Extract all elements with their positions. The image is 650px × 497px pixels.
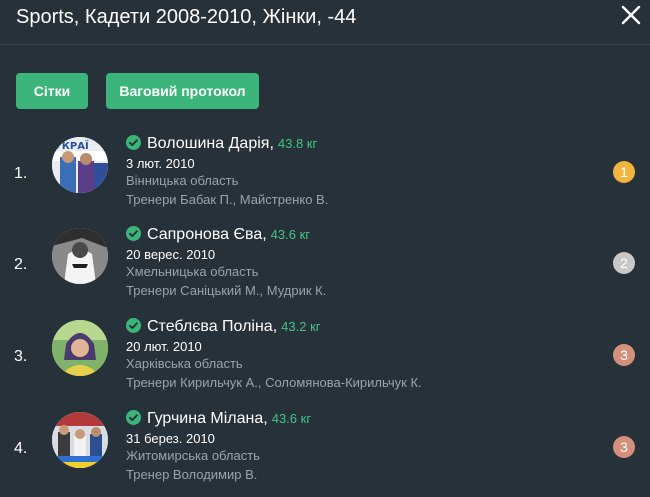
- close-icon[interactable]: [618, 2, 644, 28]
- page-title: Sports, Кадети 2008-2010, Жінки, -44: [16, 6, 357, 28]
- region: Харківська область: [126, 356, 243, 371]
- athlete-weight: 43.6 кг: [270, 227, 311, 242]
- avatar: УКРАЇ: [52, 137, 108, 193]
- list-item[interactable]: 4. Гурчина Мілана, 43.6 кг 31 берез. 2010…: [0, 404, 650, 496]
- place-number: 3.: [14, 348, 28, 365]
- weigh-protocol-button[interactable]: Ваговий протокол: [106, 73, 259, 109]
- verified-check-icon: [126, 318, 141, 333]
- list-item[interactable]: 1. УКРАЇ Волошина Дарія, 43.8 кг 3 лют. 2…: [0, 129, 650, 221]
- list-item[interactable]: 3. Стеблєва Поліна, 43.2 кг 20 лют. 2010 …: [0, 312, 650, 404]
- athlete-weight: 43.6 кг: [271, 411, 312, 426]
- avatar: [52, 320, 108, 376]
- silver-medal-badge: 2: [613, 252, 635, 274]
- athlete-name[interactable]: Гурчина Мілана: [147, 410, 263, 427]
- athlete-weight: 43.2 кг: [281, 319, 321, 334]
- coaches: Тренери Саніцький М., Мудрик К.: [126, 283, 327, 298]
- verified-check-icon: [126, 135, 141, 150]
- place-number: 2.: [14, 256, 28, 273]
- list-item[interactable]: 2. Сапронова Єва, 43.6 кг 20 верес. 2010 …: [0, 220, 650, 312]
- coaches: Тренер Володимир В.: [126, 467, 258, 482]
- bronze-medal-badge: 3: [613, 344, 635, 366]
- athlete-weight: 43.8 кг: [277, 136, 318, 151]
- modal-header: Sports, Кадети 2008-2010, Жінки, -44: [0, 0, 650, 45]
- grids-button[interactable]: Сітки: [16, 73, 88, 109]
- region: Хмельницька область: [126, 264, 259, 279]
- gold-medal-badge: 1: [613, 161, 635, 183]
- verified-check-icon: [126, 226, 141, 241]
- verified-check-icon: [126, 410, 141, 425]
- athlete-name[interactable]: Волошина Дарія: [147, 135, 269, 152]
- place-number: 1.: [14, 165, 28, 182]
- birth-date: 20 лют. 2010: [126, 339, 202, 354]
- birth-date: 31 берез. 2010: [126, 431, 215, 446]
- athlete-name[interactable]: Сапронова Єва: [147, 226, 262, 243]
- bronze-medal-badge: 3: [613, 436, 635, 458]
- region: Житомирська область: [126, 448, 260, 463]
- birth-date: 20 верес. 2010: [126, 247, 216, 262]
- region: Вінницька область: [126, 173, 239, 188]
- place-number: 4.: [14, 440, 28, 457]
- birth-date: 3 лют. 2010: [126, 156, 195, 171]
- coaches: Тренери Кирильчук А., Соломянова-Кирильч…: [126, 375, 422, 390]
- avatar: [52, 412, 108, 468]
- coaches: Тренери Бабак П., Майстренко В.: [126, 192, 329, 207]
- avatar: [52, 228, 108, 284]
- athlete-name[interactable]: Стеблєва Поліна: [147, 318, 273, 335]
- avatar-banner-text: УКРАЇ: [54, 138, 89, 152]
